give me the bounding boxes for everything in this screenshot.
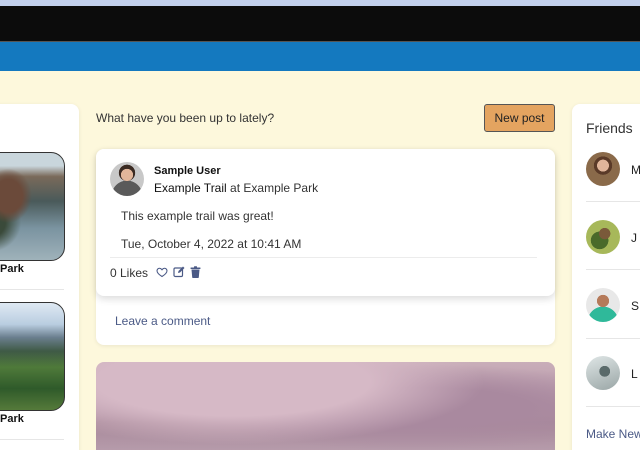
divider: [586, 338, 640, 339]
divider: [586, 406, 640, 407]
post-date: Tue, October 4, 2022 at 10:41 AM: [121, 237, 302, 251]
divider: [0, 289, 64, 290]
park-image[interactable]: [0, 302, 65, 411]
park-image[interactable]: [0, 152, 65, 261]
leave-comment-link[interactable]: Leave a comment: [115, 314, 210, 328]
post-location: Example Trail at Example Park: [154, 181, 318, 195]
friend-avatar[interactable]: [586, 356, 620, 390]
friend-name[interactable]: M: [631, 163, 640, 177]
feed-prompt: What have you been up to lately?: [96, 111, 275, 125]
post-photo[interactable]: [96, 362, 555, 450]
friends-title: Friends: [586, 120, 633, 136]
post-author[interactable]: Sample User: [154, 165, 221, 177]
heart-icon[interactable]: [156, 266, 168, 278]
friend-avatar[interactable]: [586, 220, 620, 254]
friend-name[interactable]: S: [631, 299, 639, 313]
friend-name[interactable]: L: [631, 367, 638, 381]
divider: [586, 201, 640, 202]
avatar[interactable]: [110, 162, 144, 196]
park-label[interactable]: Park: [0, 413, 24, 425]
divider: [110, 257, 537, 258]
at-word: at: [230, 181, 241, 195]
post-body: This example trail was great!: [121, 209, 274, 223]
nav-bar: [0, 42, 640, 71]
park-label[interactable]: Park: [0, 263, 24, 275]
park-link[interactable]: Example Park: [243, 181, 318, 195]
friend-name[interactable]: J: [631, 231, 637, 245]
new-post-button[interactable]: New post: [484, 104, 555, 132]
likes-count: 0 Likes: [110, 266, 149, 280]
divider: [586, 269, 640, 270]
trash-icon[interactable]: [190, 266, 201, 278]
divider: [0, 439, 64, 440]
edit-icon[interactable]: [173, 266, 185, 278]
friend-avatar[interactable]: [586, 152, 620, 186]
browser-bar: [0, 6, 640, 42]
make-new-friends-link[interactable]: Make New: [586, 427, 640, 441]
trail-link[interactable]: Example Trail: [154, 181, 227, 195]
friend-avatar[interactable]: [586, 288, 620, 322]
